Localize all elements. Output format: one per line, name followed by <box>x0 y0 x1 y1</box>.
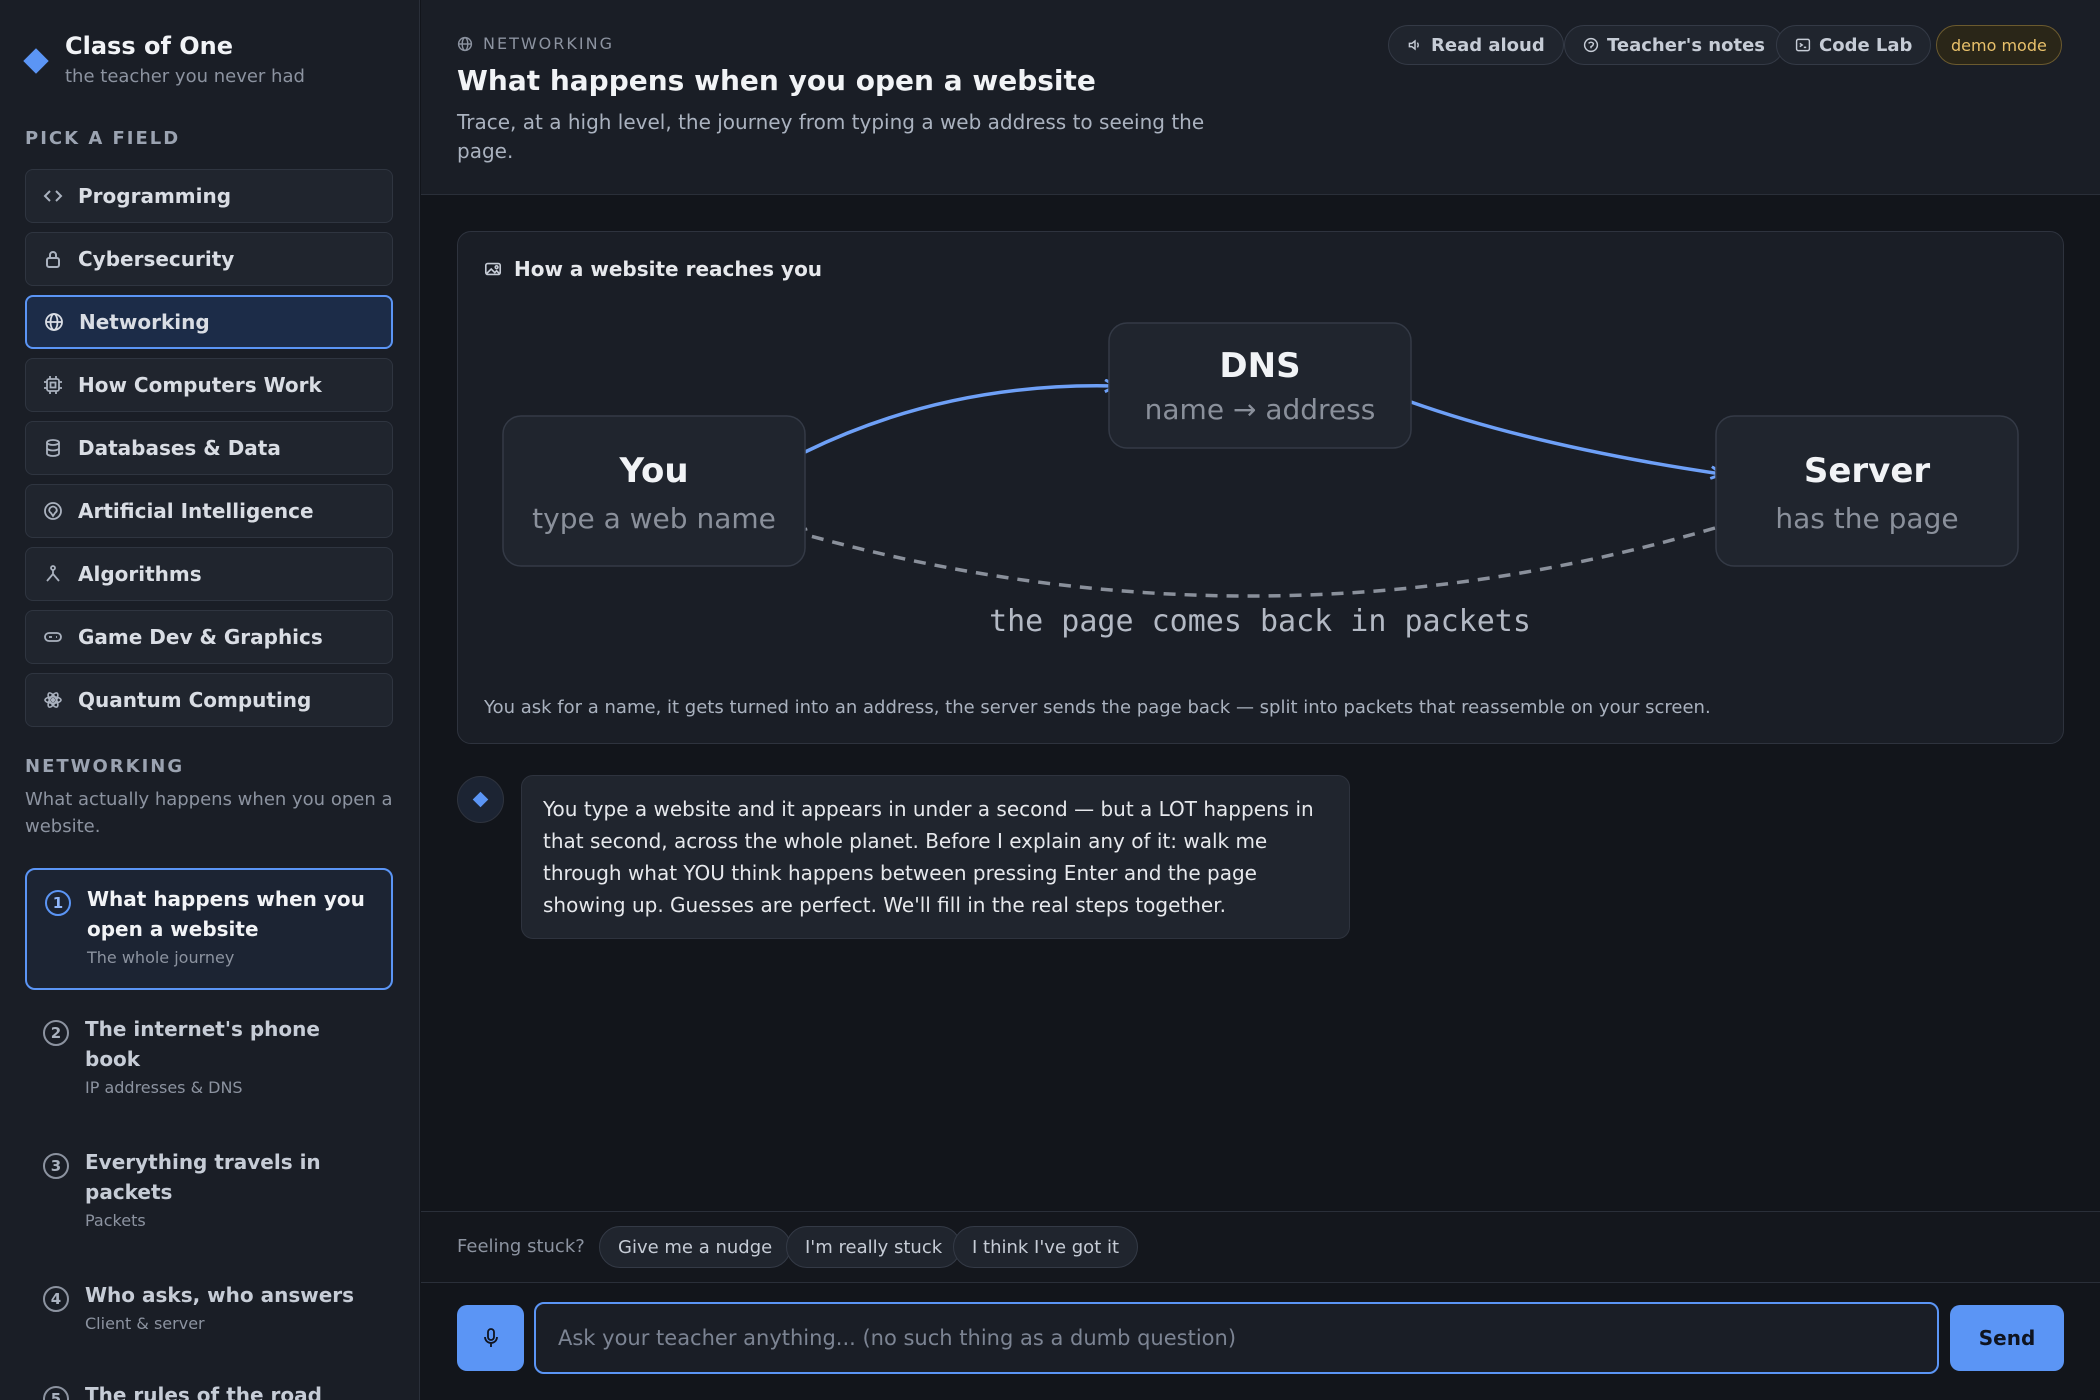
lesson-header: NETWORKING What happens when you open a … <box>421 0 2100 195</box>
field-label: How Computers Work <box>78 373 322 397</box>
globe-icon <box>43 311 65 333</box>
lesson-title: Who asks, who answers <box>85 1283 355 1307</box>
lesson-item-1[interactable]: 1 What happens when you open a website T… <box>25 868 393 990</box>
teacher-avatar <box>457 776 504 823</box>
brand-subtitle: the teacher you never had <box>65 66 305 87</box>
lesson-item-2[interactable]: 2 The internet's phone book IP addresses… <box>25 1000 393 1111</box>
read-aloud-label: Read aloud <box>1431 34 1545 56</box>
arrow-server-to-you <box>796 526 1716 598</box>
field-label: Algorithms <box>78 562 202 586</box>
lesson-item-3[interactable]: 3 Everything travels in packets Packets <box>25 1133 393 1244</box>
breadcrumb: NETWORKING <box>457 34 614 53</box>
lesson-title: The rules of the road <box>85 1383 322 1400</box>
lesson-number: 5 <box>43 1386 69 1400</box>
terminal-icon <box>1795 38 1811 52</box>
brand-diamond-icon <box>23 48 49 74</box>
lesson-number: 4 <box>43 1286 69 1312</box>
field-label: Game Dev & Graphics <box>78 625 323 649</box>
field-databases-data[interactable]: Databases & Data <box>25 421 393 475</box>
lesson-item-4[interactable]: 4 Who asks, who answers Client & server <box>25 1266 393 1347</box>
cpu-icon <box>42 374 64 396</box>
node-you-title: You <box>618 451 688 491</box>
topic-description: What actually happens when you open a we… <box>25 789 393 837</box>
diagram-caption: You ask for a name, it gets turned into … <box>484 697 1711 718</box>
lesson-subtitle: Client & server <box>85 1314 205 1333</box>
notes-icon <box>1583 37 1599 53</box>
field-algorithms[interactable]: Algorithms <box>25 547 393 601</box>
lesson-item-5[interactable]: 5 The rules of the road <box>25 1366 393 1400</box>
node-server <box>1715 415 2019 567</box>
microphone-button[interactable] <box>457 1305 524 1371</box>
lesson-title: The internet's phone book <box>85 1017 320 1071</box>
teacher-message: You type a website and it appears in und… <box>521 775 1350 939</box>
arrow-dns-to-server <box>1410 400 1721 474</box>
node-dns-title: DNS <box>1219 346 1300 386</box>
field-game-dev-graphics[interactable]: Game Dev & Graphics <box>25 610 393 664</box>
node-server-subtitle: has the page <box>1775 502 1958 535</box>
lock-icon <box>42 248 64 270</box>
field-label: Programming <box>78 184 232 208</box>
field-label: Artificial Intelligence <box>78 499 314 523</box>
chat-input[interactable] <box>534 1302 1939 1374</box>
speaker-icon <box>1408 39 1419 51</box>
field-quantum-computing[interactable]: Quantum Computing <box>25 673 393 727</box>
code-lab-label: Code Lab <box>1819 34 1913 56</box>
node-server-title: Server <box>1804 451 1931 491</box>
microphone-icon <box>483 1328 498 1347</box>
brand-title: Class of One <box>65 32 234 60</box>
send-button[interactable]: Send <box>1950 1305 2064 1371</box>
field-label: Cybersecurity <box>78 247 235 271</box>
field-programming[interactable]: Programming <box>25 169 393 223</box>
field-cybersecurity[interactable]: Cybersecurity <box>25 232 393 286</box>
fields-heading: PICK A FIELD <box>25 128 181 149</box>
lesson-title: Everything travels in packets <box>85 1150 321 1204</box>
teacher-diamond-icon <box>472 791 489 808</box>
field-label: Quantum Computing <box>78 688 312 712</box>
atom-icon <box>42 689 64 711</box>
lesson-number: 1 <box>45 890 71 916</box>
lesson-subtitle: IP addresses & DNS <box>85 1078 243 1097</box>
database-icon <box>42 437 64 459</box>
help-label: Feeling stuck? <box>457 1236 585 1257</box>
code-icon <box>42 185 64 207</box>
field-label: Networking <box>79 310 210 334</box>
node-you-subtitle: type a web name <box>532 502 776 535</box>
branch-icon <box>42 563 64 585</box>
read-aloud-button[interactable]: Read aloud <box>1388 25 1564 65</box>
sidebar: Class of One the teacher you never had P… <box>0 0 420 1400</box>
network-diagram: You type a web name DNS name → address S… <box>502 322 2019 639</box>
node-you <box>502 415 806 567</box>
nudge-button[interactable]: Give me a nudge <box>599 1226 792 1268</box>
brain-icon <box>42 500 64 522</box>
teachers-notes-label: Teacher's notes <box>1607 34 1766 56</box>
globe-icon <box>457 36 473 51</box>
field-networking[interactable]: Networking <box>25 295 393 349</box>
demo-mode-badge: demo mode <box>1936 25 2062 65</box>
code-lab-button[interactable]: Code Lab <box>1776 25 1932 65</box>
gamepad-icon <box>42 626 64 648</box>
lesson-subtitle: Packets <box>85 1211 146 1230</box>
teachers-notes-button[interactable]: Teacher's notes <box>1564 25 1785 65</box>
topic-heading: NETWORKING <box>25 756 185 777</box>
lesson-title: What happens when you open a website <box>87 887 365 941</box>
page-subtitle: Trace, at a high level, the journey from… <box>457 110 1205 163</box>
help-bar: Feeling stuck? Give me a nudge I'm reall… <box>421 1211 2100 1283</box>
arrow-you-to-dns <box>804 386 1115 454</box>
lesson-number: 3 <box>43 1153 69 1179</box>
node-dns-subtitle: name → address <box>1145 393 1376 426</box>
page-title: What happens when you open a website <box>457 64 1096 97</box>
really-stuck-button[interactable]: I'm really stuck <box>786 1226 962 1268</box>
diagram-card: How a website reaches you You type a web… <box>457 231 2064 744</box>
got-it-button[interactable]: I think I've got it <box>953 1226 1139 1268</box>
lesson-subtitle: The whole journey <box>87 948 235 967</box>
breadcrumb-label: NETWORKING <box>483 34 614 53</box>
field-how-computers-work[interactable]: How Computers Work <box>25 358 393 412</box>
field-artificial-intelligence[interactable]: Artificial Intelligence <box>25 484 393 538</box>
lesson-number: 2 <box>43 1020 69 1046</box>
return-arrow-label: the page comes back in packets <box>989 604 1531 639</box>
field-label: Databases & Data <box>78 436 281 460</box>
